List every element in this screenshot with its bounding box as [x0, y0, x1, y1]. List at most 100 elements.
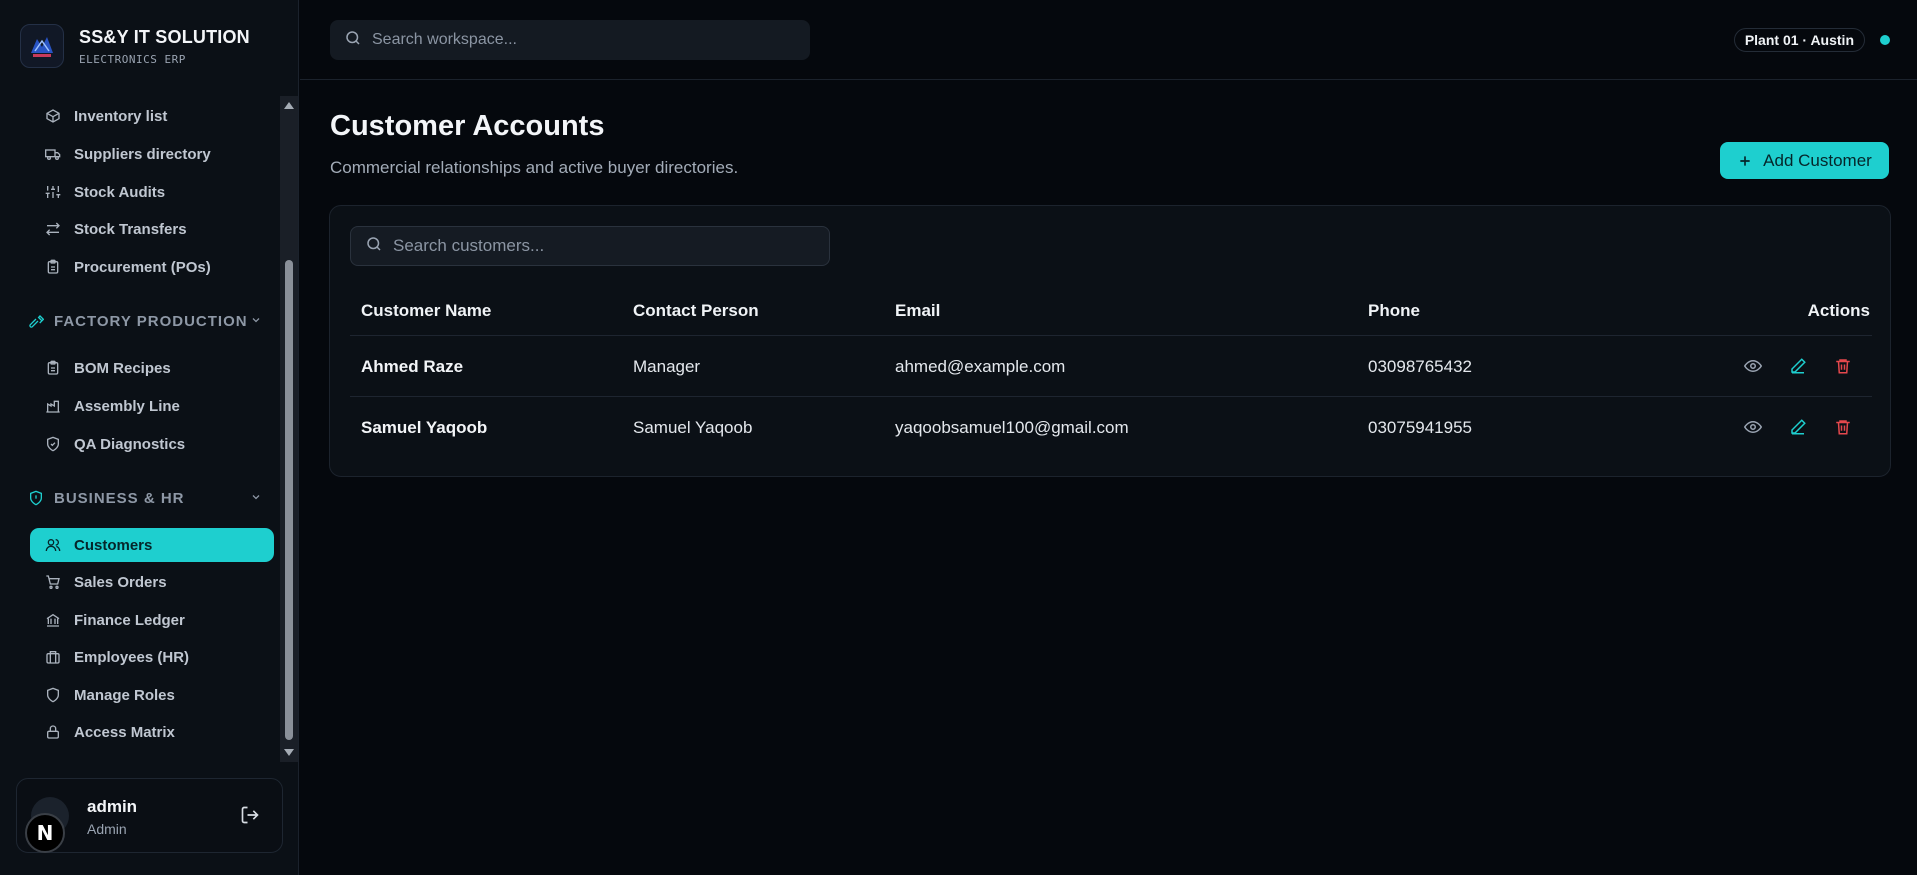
sidebar-item-label: Customers: [74, 536, 153, 554]
delete-icon[interactable]: [1832, 416, 1854, 438]
cell-contact-person: Samuel Yaqoob: [633, 418, 753, 437]
sidebar-scrollbar[interactable]: [280, 96, 298, 762]
cell-customer-name: Ahmed Raze: [361, 357, 464, 376]
sidebar-item-label: Stock Transfers: [74, 220, 187, 238]
sidebar-nav: Inventory list Suppliers directory Stock…: [0, 96, 280, 756]
sidebar-item-inventory-list[interactable]: Inventory list: [30, 99, 274, 133]
row-divider: [350, 396, 1872, 397]
clipboard-icon: [44, 258, 62, 276]
workspace-search[interactable]: [330, 20, 810, 60]
row-divider: [350, 335, 1872, 336]
sidebar-item-label: Access Matrix: [74, 723, 175, 741]
sliders-icon: [44, 183, 62, 201]
edit-icon[interactable]: [1787, 416, 1809, 438]
sidebar-item-bom-recipes[interactable]: BOM Recipes: [30, 351, 274, 385]
sidebar-item-label: Assembly Line: [74, 397, 180, 415]
cell-email: ahmed@example.com: [895, 357, 1066, 376]
scroll-down-arrow-icon[interactable]: [284, 749, 294, 756]
brand-title: SS&Y IT SOLUTION: [79, 26, 250, 47]
search-icon: [365, 235, 383, 258]
sidebar-item-sales-orders[interactable]: Sales Orders: [30, 565, 274, 599]
brand[interactable]: SS&Y IT SOLUTION ELECTRONICS ERP: [20, 24, 250, 68]
sidebar-item-label: Procurement (POs): [74, 258, 211, 276]
section-label: BUSINESS & HR: [54, 489, 185, 507]
search-icon: [344, 29, 362, 52]
hammer-icon: [28, 312, 46, 330]
scroll-up-arrow-icon[interactable]: [284, 102, 294, 109]
sidebar-item-label: Inventory list: [74, 107, 168, 125]
customer-search-input[interactable]: [393, 236, 813, 256]
delete-icon[interactable]: [1832, 355, 1854, 377]
chevron-down-icon: [250, 490, 262, 507]
customers-card: Customer Name Contact Person Email Phone…: [329, 205, 1891, 477]
brand-logo: [20, 24, 64, 68]
sidebar-item-label: Employees (HR): [74, 648, 190, 666]
sidebar-item-finance-ledger[interactable]: Finance Ledger: [30, 603, 274, 637]
page-subtitle: Commercial relationships and active buye…: [330, 158, 739, 177]
section-factory-production[interactable]: FACTORY PRODUCTION: [28, 308, 272, 334]
sidebar-item-label: QA Diagnostics: [74, 435, 186, 453]
cell-phone: 03075941955: [1368, 418, 1473, 437]
brand-subtitle: ELECTRONICS ERP: [79, 52, 186, 66]
n-badge[interactable]: N: [25, 813, 65, 853]
truck-icon: [44, 145, 62, 163]
page-title: Customer Accounts: [330, 110, 605, 142]
logout-icon[interactable]: [240, 805, 260, 830]
cell-phone: 03098765432: [1368, 357, 1473, 376]
header-actions: Actions: [1807, 301, 1870, 320]
sidebar-item-stock-audits[interactable]: Stock Audits: [30, 175, 274, 209]
factory-icon: [44, 397, 62, 415]
clipboard-icon: [44, 359, 62, 377]
cell-contact-person: Manager: [633, 357, 701, 376]
sidebar-item-label: BOM Recipes: [74, 359, 171, 377]
sidebar-item-label: Suppliers directory: [74, 145, 211, 163]
workspace-search-input[interactable]: [372, 31, 792, 49]
sidebar: SS&Y IT SOLUTION ELECTRONICS ERP Invento…: [0, 0, 299, 875]
sidebar-item-label: Manage Roles: [74, 686, 175, 704]
plant-selector[interactable]: Plant 01 · Austin: [1733, 28, 1865, 52]
user-card: N admin Admin: [16, 778, 283, 853]
status-dot: [1880, 35, 1890, 45]
plus-icon: [1737, 153, 1753, 169]
view-icon[interactable]: [1742, 355, 1764, 377]
header-contact-person[interactable]: Contact Person: [633, 301, 759, 321]
section-business-hr[interactable]: BUSINESS & HR: [28, 485, 272, 511]
cell-customer-name: Samuel Yaqoob: [361, 418, 488, 437]
sidebar-item-label: Sales Orders: [74, 573, 167, 591]
shield-icon: [28, 489, 46, 507]
topbar: Plant 01 · Austin: [300, 0, 1917, 80]
customer-search[interactable]: [350, 226, 830, 266]
cart-icon: [44, 573, 62, 591]
header-customer-name[interactable]: Customer Name: [361, 301, 491, 321]
edit-icon[interactable]: [1787, 355, 1809, 377]
sidebar-item-employees[interactable]: Employees (HR): [30, 640, 274, 674]
header-phone[interactable]: Phone: [1368, 301, 1420, 321]
add-customer-button[interactable]: Add Customer: [1720, 142, 1889, 179]
sidebar-item-procurement[interactable]: Procurement (POs): [30, 250, 274, 284]
users-icon: [44, 536, 62, 554]
sidebar-item-assembly-line[interactable]: Assembly Line: [30, 389, 274, 423]
briefcase-icon: [44, 648, 62, 666]
chevron-down-icon: [250, 313, 262, 330]
lock-icon: [44, 723, 62, 741]
scroll-thumb[interactable]: [285, 260, 293, 740]
cell-email: yaqoobsamuel100@gmail.com: [895, 418, 1129, 437]
user-name: admin: [87, 797, 138, 816]
view-icon[interactable]: [1742, 416, 1764, 438]
bank-icon: [44, 611, 62, 629]
add-customer-label: Add Customer: [1763, 150, 1872, 170]
sidebar-item-manage-roles[interactable]: Manage Roles: [30, 678, 274, 712]
sidebar-item-label: Stock Audits: [74, 183, 166, 201]
shield-icon: [44, 686, 62, 704]
sidebar-item-qa-diagnostics[interactable]: QA Diagnostics: [30, 427, 274, 461]
sidebar-item-label: Finance Ledger: [74, 611, 185, 629]
sidebar-item-suppliers[interactable]: Suppliers directory: [30, 137, 274, 171]
sidebar-item-stock-transfers[interactable]: Stock Transfers: [30, 212, 274, 246]
shield-check-icon: [44, 435, 62, 453]
arrows-icon: [44, 220, 62, 238]
section-label: FACTORY PRODUCTION: [54, 312, 248, 330]
user-role: Admin: [87, 821, 127, 837]
header-email[interactable]: Email: [895, 301, 940, 321]
sidebar-item-access-matrix[interactable]: Access Matrix: [30, 715, 274, 749]
sidebar-item-customers[interactable]: Customers: [30, 528, 274, 562]
